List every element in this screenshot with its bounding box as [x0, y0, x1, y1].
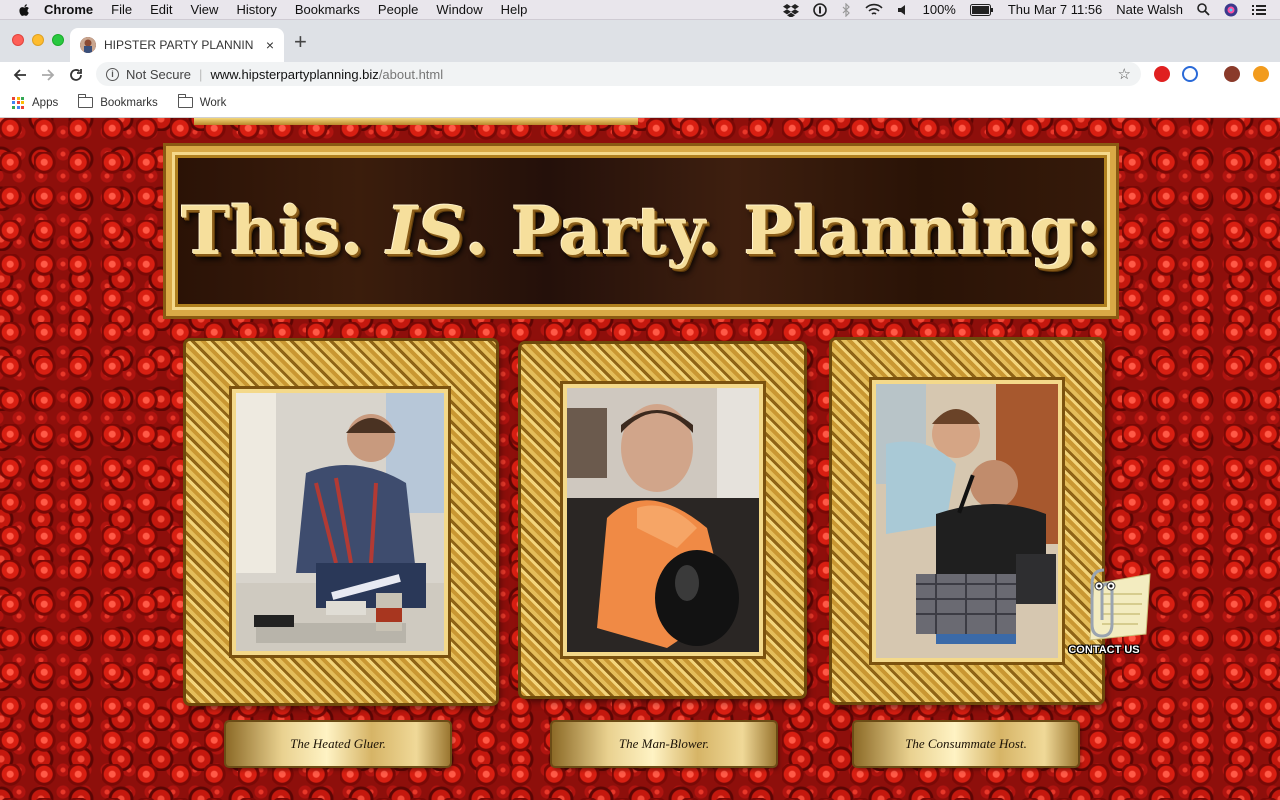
- photo-heated-gluer: [236, 393, 444, 651]
- reload-icon: [70, 69, 82, 81]
- photo-frame-man-blower: [521, 344, 804, 696]
- site-favicon-icon: [80, 37, 96, 53]
- bookmark-folder-work[interactable]: Work: [177, 94, 227, 109]
- menu-help[interactable]: Help: [501, 2, 528, 17]
- page-content: This. IS. Party. Planning: The Heated Gl…: [0, 118, 1280, 800]
- tab-title: HIPSTER PARTY PLANNING DO: [104, 38, 254, 52]
- bookmark-folder-bookmarks[interactable]: Bookmarks: [78, 94, 158, 109]
- bookmark-work-label: Work: [199, 96, 227, 109]
- security-label[interactable]: Not Secure: [126, 67, 191, 82]
- apple-icon[interactable]: [18, 3, 32, 17]
- caption-plaque-man-blower: The Man-Blower.: [552, 722, 776, 766]
- bookmark-apps-label: Apps: [32, 96, 59, 109]
- url-host[interactable]: www.hipsterpartyplanning.biz: [210, 67, 378, 82]
- dropbox-icon[interactable]: [782, 3, 799, 17]
- forward-button[interactable]: [40, 67, 56, 83]
- photo-man-blower: [567, 388, 759, 652]
- bookmark-star-icon[interactable]: ☆: [1118, 65, 1131, 83]
- page-title: This. IS. Party. Planning:: [181, 192, 1101, 270]
- siri-icon[interactable]: [1224, 3, 1238, 17]
- back-button[interactable]: [12, 67, 28, 83]
- bookmarks-bar: Apps Bookmarks Work: [0, 88, 1280, 118]
- menu-people[interactable]: People: [378, 2, 418, 17]
- spotlight-icon[interactable]: [1197, 3, 1210, 16]
- info-icon[interactable]: i: [106, 67, 119, 81]
- onepassword-icon[interactable]: [812, 2, 827, 17]
- reload-button[interactable]: [68, 67, 84, 83]
- wifi-icon[interactable]: [865, 3, 883, 17]
- opera-extension-icon[interactable]: [1154, 66, 1170, 82]
- macos-menubar: Chrome File Edit View History Bookmarks …: [0, 0, 1280, 20]
- bookmark-apps[interactable]: Apps: [12, 96, 59, 109]
- menu-file[interactable]: File: [111, 2, 132, 17]
- menu-edit[interactable]: Edit: [150, 2, 172, 17]
- caption-plaque-heated-gluer: The Heated Gluer.: [226, 722, 450, 766]
- address-bar[interactable]: i Not Secure | www.hipsterpartyplanning.…: [96, 62, 1141, 86]
- menu-chrome[interactable]: Chrome: [44, 2, 93, 17]
- folder-icon: [78, 94, 94, 108]
- update-icon[interactable]: [1253, 66, 1269, 82]
- menu-window[interactable]: Window: [436, 2, 482, 17]
- browser-toolbar: i Not Secure | www.hipsterpartyplanning.…: [0, 62, 1280, 88]
- volume-icon[interactable]: [897, 4, 909, 16]
- menu-bookmarks[interactable]: Bookmarks: [295, 2, 360, 17]
- bookmark-bookmarks-label: Bookmarks: [100, 96, 158, 109]
- photo-frame-consummate-host: [832, 340, 1102, 702]
- tab-strip: HIPSTER PARTY PLANNING DO × +: [0, 20, 1280, 62]
- tab-close-icon[interactable]: ×: [266, 37, 274, 53]
- contact-us-label[interactable]: CONTACT US: [1064, 644, 1144, 656]
- photo-frame-heated-gluer: [186, 341, 496, 703]
- bluetooth-icon[interactable]: [841, 2, 851, 17]
- apps-grid-icon: [12, 96, 24, 109]
- url-path[interactable]: /about.html: [379, 67, 443, 82]
- forward-arrow-icon: [42, 69, 55, 81]
- fullscreen-window-button[interactable]: [52, 34, 64, 46]
- nav-strip-remnant: [194, 118, 638, 125]
- grammarly-extension-icon[interactable]: [1182, 66, 1198, 82]
- battery-icon[interactable]: [969, 3, 994, 16]
- menu-view[interactable]: View: [190, 2, 218, 17]
- notification-center-icon[interactable]: [1252, 4, 1266, 16]
- caption-plaque-consummate-host: The Consummate Host.: [854, 722, 1078, 766]
- close-window-button[interactable]: [12, 34, 24, 46]
- new-tab-button[interactable]: +: [294, 31, 307, 53]
- contact-us-link[interactable]: CONTACT US: [1064, 564, 1154, 659]
- clock[interactable]: Thu Mar 7 11:56: [1008, 2, 1102, 17]
- back-arrow-icon: [13, 69, 26, 81]
- minimize-window-button[interactable]: [32, 34, 44, 46]
- folder-icon: [177, 94, 193, 108]
- window-controls: [12, 34, 72, 46]
- battery-percent: 100%: [922, 2, 956, 17]
- omnibox-separator: |: [199, 66, 203, 82]
- photo-consummate-host: [876, 384, 1058, 658]
- clippy-icon: [1089, 568, 1151, 641]
- menu-history[interactable]: History: [236, 2, 276, 17]
- tab-active[interactable]: HIPSTER PARTY PLANNING DO ×: [70, 28, 284, 62]
- profile-avatar[interactable]: [1224, 66, 1240, 82]
- page-banner: This. IS. Party. Planning:: [163, 143, 1119, 319]
- user-name[interactable]: Nate Walsh: [1116, 2, 1183, 17]
